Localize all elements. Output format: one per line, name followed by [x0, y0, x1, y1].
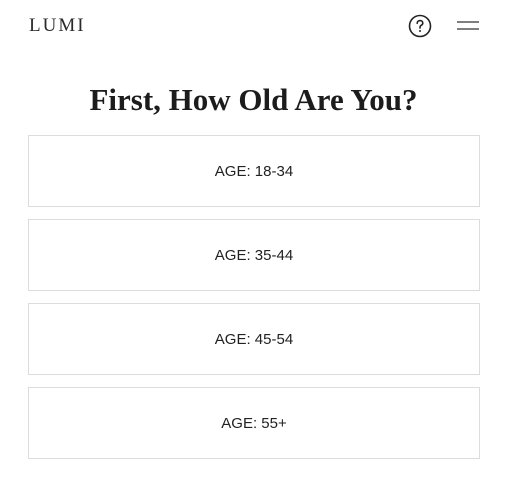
age-option-label: AGE: 55+	[221, 414, 287, 432]
age-option-55-plus[interactable]: AGE: 55+	[28, 387, 480, 459]
hamburger-menu-icon	[457, 21, 479, 30]
age-option-18-34[interactable]: AGE: 18-34	[28, 135, 480, 207]
age-option-label: AGE: 18-34	[214, 162, 294, 180]
logo[interactable]: LUMI	[29, 14, 86, 38]
page-title: First, How Old Are You?	[89, 82, 418, 117]
help-button[interactable]	[408, 14, 432, 38]
age-option-45-54[interactable]: AGE: 45-54	[28, 303, 480, 375]
age-options-list: AGE: 18-34 AGE: 35-44 AGE: 45-54 AGE: 55…	[28, 135, 480, 471]
menu-button[interactable]	[455, 16, 481, 36]
age-option-label: AGE: 35-44	[214, 246, 294, 264]
age-option-35-44[interactable]: AGE: 35-44	[28, 219, 480, 291]
question-circle-icon	[408, 14, 432, 38]
age-option-label: AGE: 45-54	[214, 330, 294, 348]
site-header: LUMI	[0, 0, 507, 54]
